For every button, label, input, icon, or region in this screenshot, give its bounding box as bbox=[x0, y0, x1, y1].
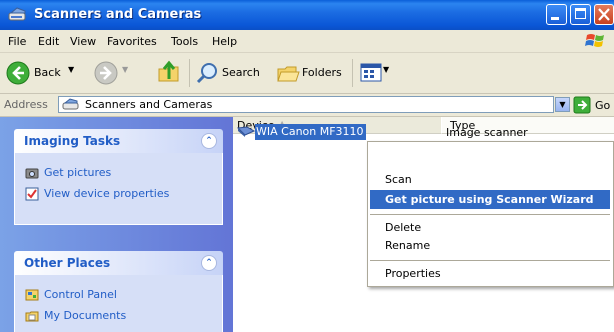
menu-tools[interactable]: Tools bbox=[171, 35, 198, 48]
back-arrow-icon bbox=[6, 61, 30, 85]
address-dropdown-button[interactable]: ▼ bbox=[555, 97, 570, 112]
toolbar-divider bbox=[352, 59, 353, 87]
table-row[interactable]: WIA Canon MF3110 Image scanner bbox=[237, 124, 614, 140]
scanner-icon bbox=[237, 126, 255, 137]
menu-item-rename[interactable]: Rename bbox=[385, 239, 430, 252]
context-menu: Scan Get picture using Scanner Wizard De… bbox=[367, 141, 614, 287]
menu-item-get-picture[interactable]: Get picture using Scanner Wizard bbox=[385, 193, 594, 206]
minimize-button[interactable] bbox=[546, 4, 567, 25]
menu-help[interactable]: Help bbox=[212, 35, 237, 48]
menu-edit[interactable]: Edit bbox=[38, 35, 59, 48]
views-button[interactable]: ▼ bbox=[358, 59, 392, 87]
window-title: Scanners and Cameras bbox=[34, 7, 202, 22]
maximize-button[interactable] bbox=[570, 4, 591, 25]
chevron-down-icon: ▼ bbox=[559, 100, 566, 109]
scanner-camera-icon bbox=[62, 98, 80, 115]
go-label: Go bbox=[595, 99, 611, 112]
control-panel-icon bbox=[25, 289, 39, 301]
properties-checkbox-icon bbox=[25, 187, 39, 201]
imaging-tasks-header[interactable]: Imaging Tasks ⌃ bbox=[14, 129, 223, 153]
forward-arrow-icon bbox=[94, 61, 118, 85]
windows-flag-icon bbox=[584, 31, 608, 54]
device-type-cell: Image scanner bbox=[446, 126, 528, 139]
folders-label: Folders bbox=[302, 66, 342, 79]
my-documents-icon bbox=[25, 311, 39, 322]
up-folder-button[interactable] bbox=[156, 59, 184, 87]
search-button[interactable]: Search bbox=[194, 59, 266, 87]
toolbar: Back ▼ ▼ Search Folders ▼ bbox=[0, 53, 614, 94]
other-places-body: Control Panel My Documents bbox=[14, 275, 223, 332]
folders-button[interactable]: Folders bbox=[274, 59, 346, 87]
search-icon bbox=[196, 63, 217, 84]
title-bar[interactable]: Scanners and Cameras bbox=[0, 0, 614, 30]
collapse-icon[interactable]: ⌃ bbox=[201, 133, 217, 149]
collapse-icon[interactable]: ⌃ bbox=[201, 255, 217, 271]
imaging-tasks-body: Get pictures View device properties bbox=[14, 153, 223, 225]
scanner-camera-icon bbox=[8, 7, 28, 26]
address-input[interactable]: Scanners and Cameras bbox=[58, 96, 554, 113]
close-button[interactable] bbox=[594, 4, 614, 25]
go-arrow-icon bbox=[573, 96, 591, 114]
camera-icon bbox=[25, 168, 39, 179]
views-dropdown-icon[interactable]: ▼ bbox=[383, 65, 389, 74]
address-bar: Address Scanners and Cameras ▼ Go bbox=[0, 94, 614, 117]
task-pane: Imaging Tasks ⌃ Get pictures View device… bbox=[0, 117, 233, 332]
toolbar-divider bbox=[189, 59, 190, 87]
back-button[interactable]: Back ▼ bbox=[4, 59, 82, 87]
forward-dropdown-icon[interactable]: ▼ bbox=[122, 65, 128, 74]
go-button[interactable]: Go bbox=[573, 96, 613, 114]
folders-icon bbox=[277, 66, 300, 82]
menu-bar: File Edit View Favorites Tools Help bbox=[0, 30, 614, 53]
menu-file[interactable]: File bbox=[8, 35, 26, 48]
menu-separator bbox=[370, 214, 610, 215]
other-places-title: Other Places bbox=[24, 256, 111, 270]
menu-view[interactable]: View bbox=[70, 35, 96, 48]
menu-item-scan[interactable]: Scan bbox=[385, 173, 412, 186]
menu-favorites[interactable]: Favorites bbox=[107, 35, 157, 48]
imaging-tasks-title: Imaging Tasks bbox=[24, 134, 121, 148]
views-icon bbox=[360, 63, 382, 82]
menu-item-delete[interactable]: Delete bbox=[385, 221, 421, 234]
close-icon bbox=[598, 8, 610, 21]
back-dropdown-icon[interactable]: ▼ bbox=[68, 65, 74, 74]
menu-item-properties[interactable]: Properties bbox=[385, 267, 441, 280]
address-value: Scanners and Cameras bbox=[85, 98, 213, 111]
device-name-cell[interactable]: WIA Canon MF3110 bbox=[255, 124, 366, 140]
address-label: Address bbox=[4, 98, 48, 111]
search-label: Search bbox=[222, 66, 260, 79]
menu-separator bbox=[370, 260, 610, 261]
back-label: Back bbox=[34, 66, 61, 79]
other-places-header[interactable]: Other Places ⌃ bbox=[14, 251, 223, 275]
up-folder-icon bbox=[158, 60, 179, 82]
forward-button[interactable]: ▼ bbox=[92, 59, 140, 87]
